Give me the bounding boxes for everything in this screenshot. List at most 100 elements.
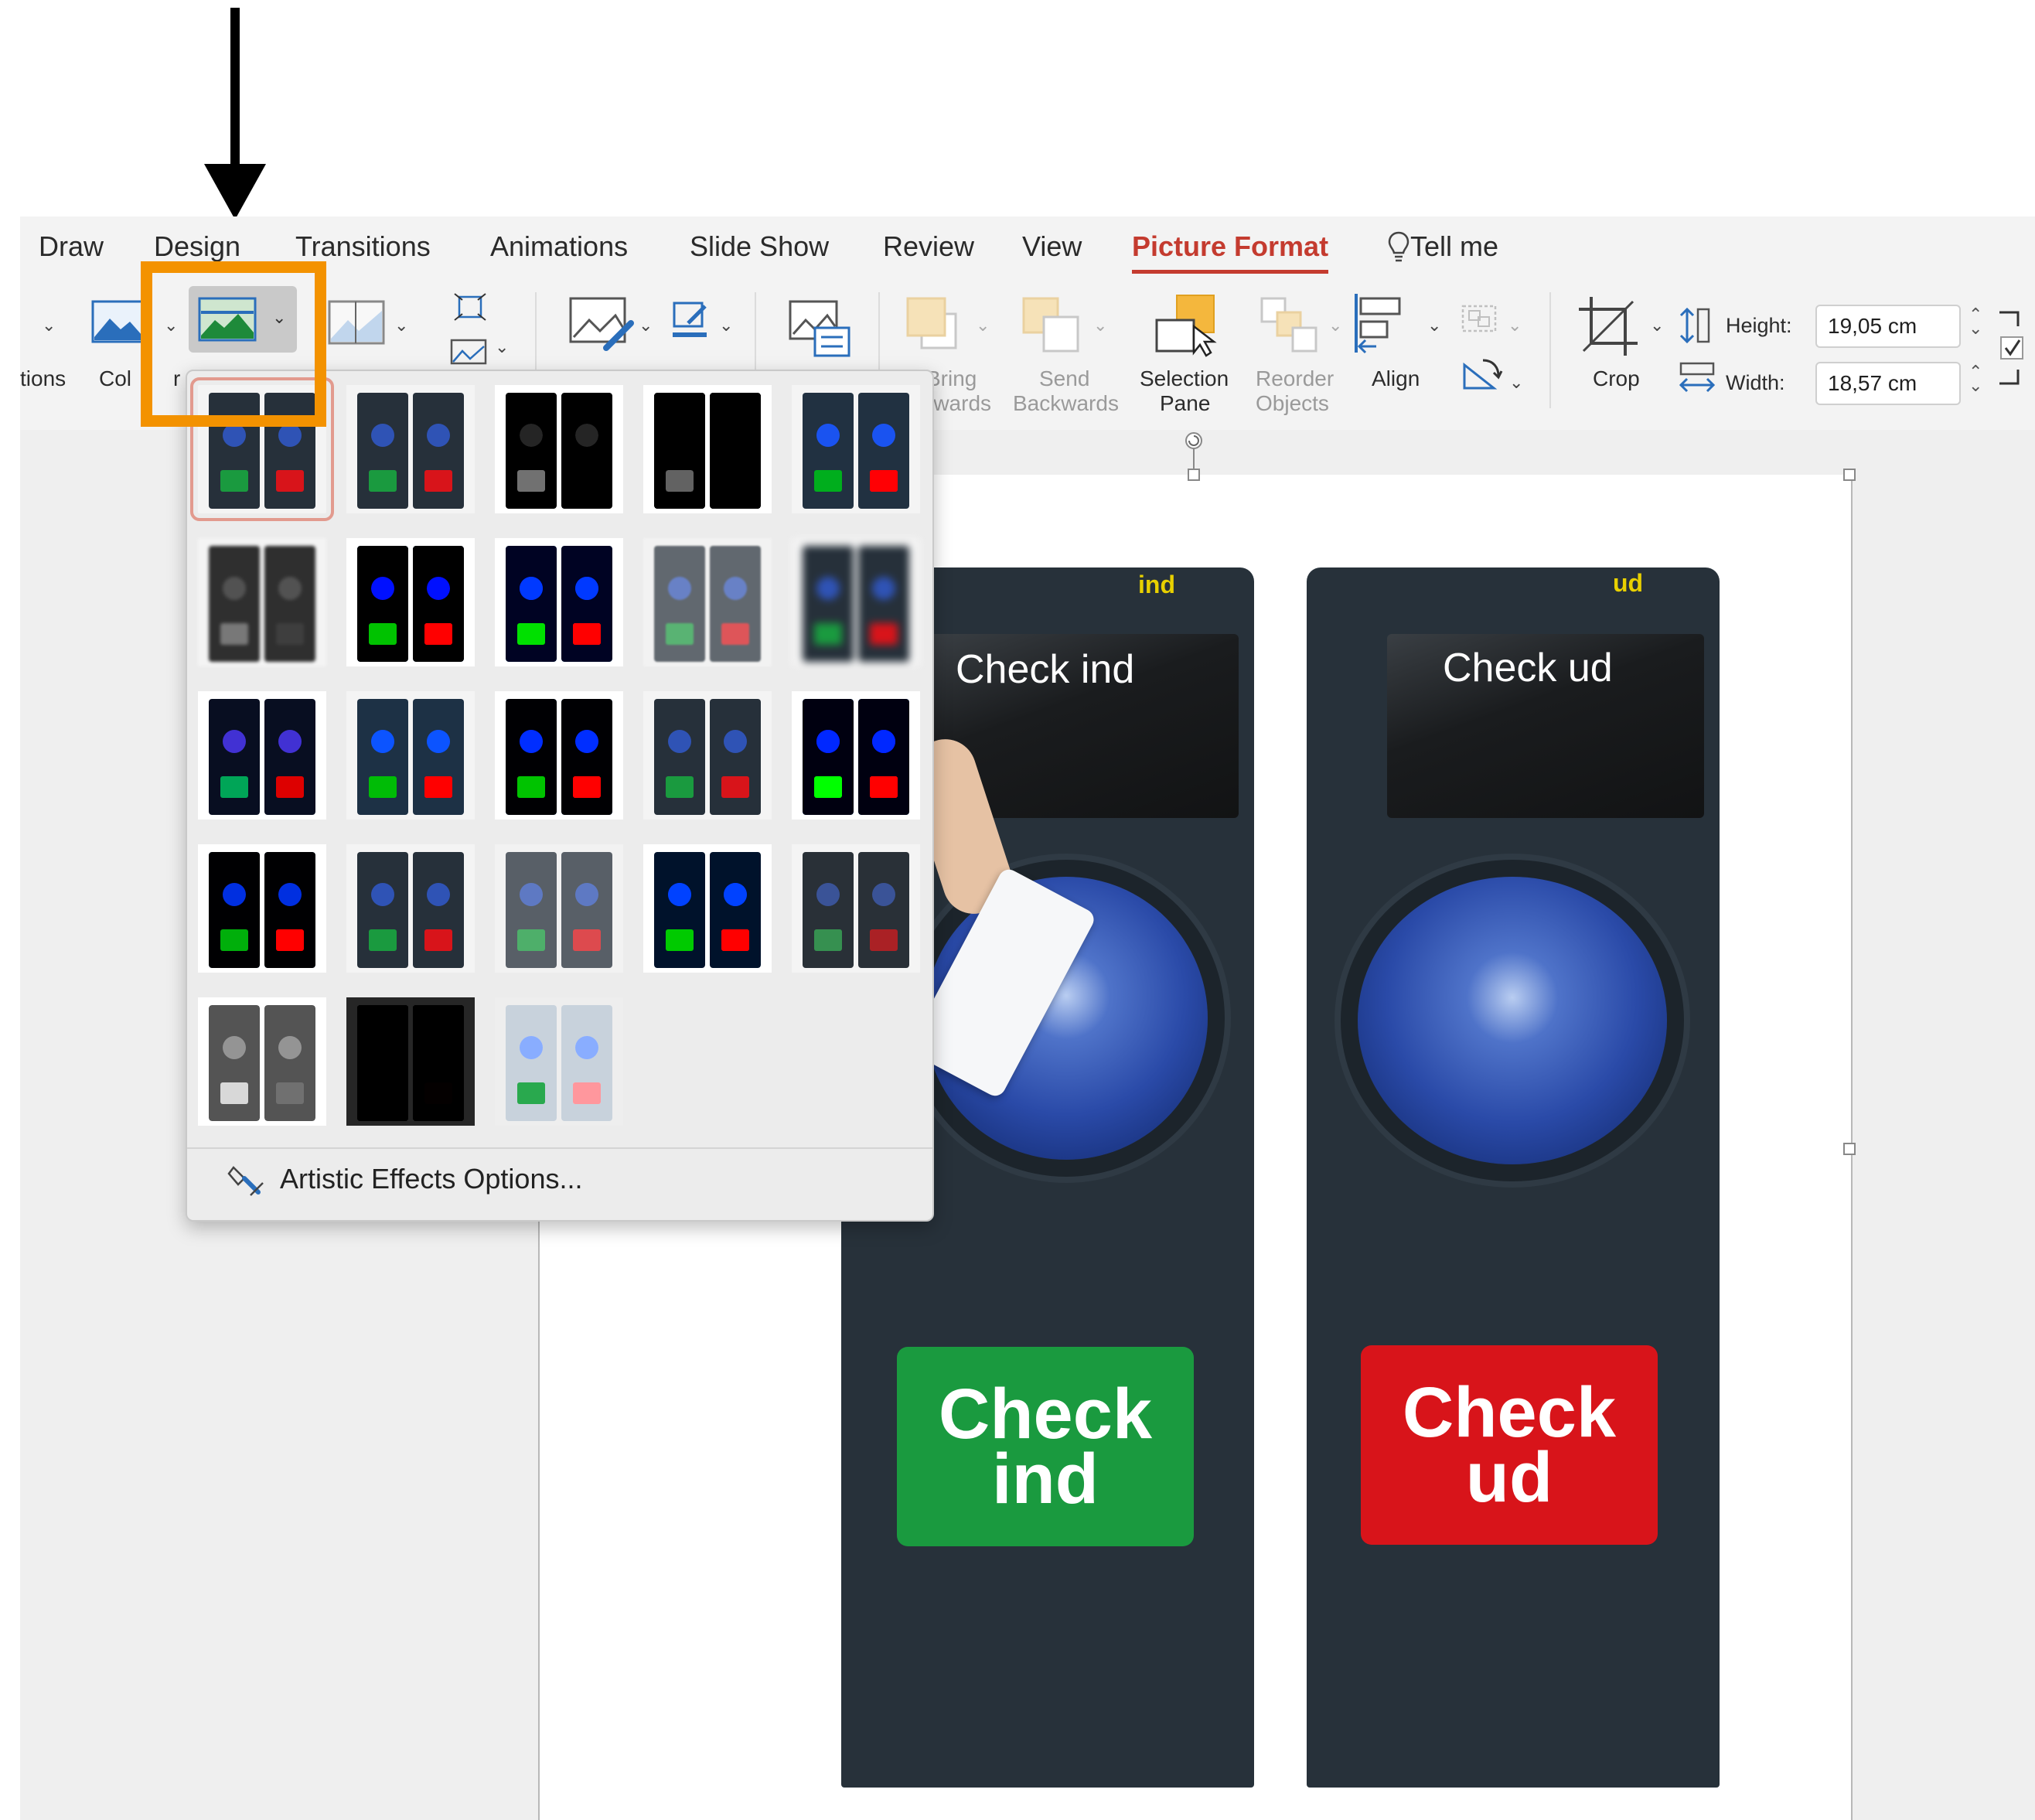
crop-chevron-icon[interactable]: ⌄ bbox=[1650, 315, 1664, 336]
tab-review[interactable]: Review bbox=[883, 230, 974, 263]
artistic-effect-thumbnail[interactable] bbox=[346, 691, 475, 820]
artistic-effect-thumbnail[interactable] bbox=[198, 691, 326, 820]
thumbnail-device bbox=[710, 852, 761, 968]
bring-forward-icon[interactable] bbox=[906, 297, 968, 356]
thumbnail-device bbox=[357, 546, 408, 662]
artistic-effect-thumbnail[interactable] bbox=[792, 691, 920, 820]
tab-draw[interactable]: Draw bbox=[39, 230, 104, 263]
alt-text-icon[interactable] bbox=[789, 300, 850, 357]
thumbnail-button bbox=[666, 623, 694, 645]
rotate-chevron-icon[interactable]: ⌄ bbox=[1509, 373, 1523, 393]
tab-transitions[interactable]: Transitions bbox=[295, 230, 431, 263]
artistic-effect-thumbnail[interactable] bbox=[346, 844, 475, 973]
align-label[interactable]: Align bbox=[1372, 366, 1420, 391]
tab-tell-me[interactable]: Tell me bbox=[1410, 230, 1498, 263]
thumbnail-button bbox=[721, 776, 749, 798]
picture-border-icon[interactable] bbox=[671, 300, 714, 339]
color-label[interactable]: Col bbox=[99, 366, 131, 391]
check-in-button-line1: Check bbox=[938, 1375, 1153, 1454]
thumbnail-device bbox=[858, 699, 909, 815]
rotation-handle-icon[interactable] bbox=[1178, 430, 1209, 472]
picture-styles-icon[interactable] bbox=[569, 297, 634, 351]
artistic-effect-thumbnail[interactable] bbox=[198, 997, 326, 1126]
thumbnail-dome bbox=[724, 424, 747, 447]
align-chevron-icon[interactable]: ⌄ bbox=[1427, 315, 1441, 336]
thumbnail-button bbox=[721, 623, 749, 645]
artistic-effect-thumbnail[interactable] bbox=[643, 385, 772, 513]
artistic-effect-thumbnail[interactable] bbox=[643, 844, 772, 973]
align-icon[interactable] bbox=[1353, 292, 1415, 354]
thumbnail-dome bbox=[520, 424, 543, 447]
color-chevron-icon[interactable]: ⌄ bbox=[164, 315, 178, 336]
thumbnail-device bbox=[506, 1005, 557, 1121]
check-out-button-line1: Check bbox=[1402, 1373, 1617, 1452]
artistic-effect-thumbnail[interactable] bbox=[792, 844, 920, 973]
reorder-chevron-icon[interactable]: ⌄ bbox=[1328, 315, 1342, 336]
change-picture-icon[interactable] bbox=[450, 339, 487, 365]
artistic-effect-thumbnail[interactable] bbox=[346, 538, 475, 666]
artistic-effect-thumbnail[interactable] bbox=[792, 538, 920, 666]
corrections-label[interactable]: tions bbox=[20, 366, 66, 391]
height-stepper[interactable]: ⌃ ⌄ bbox=[1969, 306, 1982, 337]
screen-text-check-ud: Check ud bbox=[1443, 646, 1613, 690]
thumbnail-device bbox=[357, 393, 408, 509]
width-field[interactable]: 18,57 cm bbox=[1815, 362, 1961, 405]
group-chevron-icon[interactable]: ⌄ bbox=[1508, 315, 1522, 336]
send-backwards-label[interactable]: Send bbox=[1039, 366, 1089, 391]
thumbnail-dome bbox=[371, 730, 394, 753]
picture-border-chevron-icon[interactable]: ⌄ bbox=[719, 315, 733, 336]
width-stepper[interactable]: ⌃ ⌄ bbox=[1969, 363, 1982, 394]
lock-aspect-ratio-icon[interactable] bbox=[1996, 308, 2027, 393]
reorder-objects-label[interactable]: Reorder bbox=[1256, 366, 1334, 391]
artistic-effects-button[interactable]: ⌄ bbox=[189, 286, 297, 353]
compress-pictures-icon[interactable] bbox=[453, 292, 487, 322]
selection-pane-label[interactable]: Selection bbox=[1140, 366, 1229, 391]
thumbnail-device bbox=[357, 852, 408, 968]
tab-view[interactable]: View bbox=[1022, 230, 1082, 263]
group-icon[interactable] bbox=[1460, 303, 1498, 334]
height-field[interactable]: 19,05 cm bbox=[1815, 305, 1961, 348]
artistic-effects-options-item[interactable]: Artistic Effects Options... bbox=[280, 1163, 582, 1195]
tab-picture-format[interactable]: Picture Format bbox=[1132, 230, 1329, 274]
artistic-effect-thumbnail[interactable] bbox=[346, 385, 475, 513]
artistic-effect-thumbnail[interactable] bbox=[495, 844, 623, 973]
thumbnail-dome bbox=[575, 730, 598, 753]
artistic-effect-thumbnail[interactable] bbox=[198, 538, 326, 666]
artistic-effect-thumbnail[interactable] bbox=[346, 997, 475, 1126]
selection-handle[interactable] bbox=[1843, 469, 1856, 481]
thumbnail-device bbox=[803, 699, 854, 815]
transparency-chevron-icon[interactable]: ⌄ bbox=[394, 315, 408, 336]
artistic-effect-thumbnail[interactable] bbox=[495, 997, 623, 1126]
picture-styles-chevron-icon[interactable]: ⌄ bbox=[639, 315, 653, 336]
artistic-effect-thumbnail[interactable] bbox=[190, 377, 334, 521]
tab-slide-show[interactable]: Slide Show bbox=[690, 230, 829, 263]
transparency-icon[interactable] bbox=[328, 300, 385, 345]
change-picture-chevron-icon[interactable]: ⌄ bbox=[495, 337, 509, 357]
artistic-effect-thumbnail[interactable] bbox=[198, 844, 326, 973]
selection-pane-icon[interactable] bbox=[1154, 294, 1219, 357]
color-icon[interactable] bbox=[91, 300, 145, 343]
thumbnail-button bbox=[369, 623, 397, 645]
selection-handle[interactable] bbox=[1843, 1143, 1856, 1155]
send-backwards-icon[interactable] bbox=[1022, 297, 1084, 356]
artistic-effect-thumbnail[interactable] bbox=[643, 538, 772, 666]
artistic-effect-thumbnail[interactable] bbox=[495, 538, 623, 666]
thumbnail-device bbox=[710, 699, 761, 815]
corrections-chevron-icon[interactable]: ⌄ bbox=[42, 315, 56, 336]
thumbnail-dome bbox=[816, 730, 840, 753]
tab-animations[interactable]: Animations bbox=[490, 230, 628, 263]
bring-forward-chevron-icon[interactable]: ⌄ bbox=[976, 315, 990, 336]
crop-label[interactable]: Crop bbox=[1593, 366, 1640, 391]
artistic-effect-thumbnail[interactable] bbox=[495, 691, 623, 820]
rotate-icon[interactable] bbox=[1460, 357, 1503, 393]
thumbnail-dome bbox=[668, 883, 691, 906]
artistic-effect-thumbnail[interactable] bbox=[792, 385, 920, 513]
artistic-effect-thumbnail[interactable] bbox=[643, 691, 772, 820]
send-backwards-chevron-icon[interactable]: ⌄ bbox=[1093, 315, 1107, 336]
crop-icon[interactable] bbox=[1577, 295, 1639, 357]
thumbnail-device bbox=[654, 852, 705, 968]
reorder-objects-icon[interactable] bbox=[1260, 297, 1322, 356]
tab-design[interactable]: Design bbox=[154, 230, 240, 263]
thumbnail-dome bbox=[724, 883, 747, 906]
artistic-effect-thumbnail[interactable] bbox=[495, 385, 623, 513]
